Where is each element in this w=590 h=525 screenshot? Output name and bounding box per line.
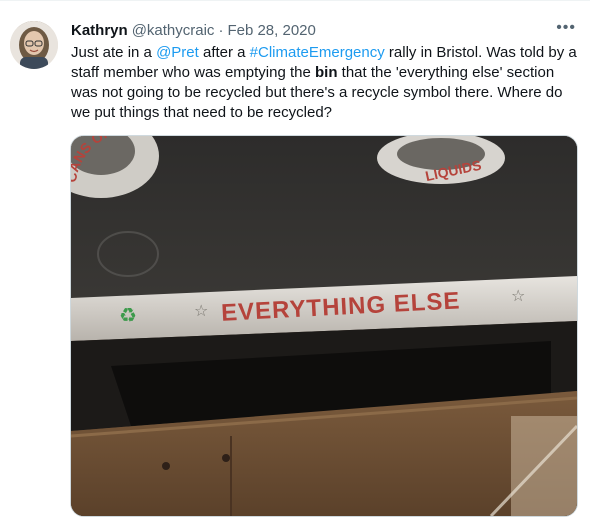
tweet-date[interactable]: Feb 28, 2020	[227, 22, 315, 39]
tweet-text: Just ate in a @Pret after a #ClimateEmer…	[71, 43, 581, 123]
photo-scene: CANS ONLY LIQUIDS EVERYTHING ELSE ☆ ☆ ♻	[71, 136, 577, 516]
star-icon: ☆	[194, 303, 208, 320]
tweet[interactable]: Kathryn @kathycraic · Feb 28, 2020 ••• J…	[0, 0, 590, 525]
author-handle[interactable]: @kathycraic	[132, 22, 215, 39]
author-name[interactable]: Kathryn	[71, 22, 128, 39]
more-horizontal-icon[interactable]: •••	[556, 19, 576, 37]
avatar[interactable]	[10, 21, 58, 69]
star-icon: ☆	[511, 288, 525, 305]
mention-link[interactable]: @Pret	[156, 44, 199, 61]
tweet-text-part: after a	[198, 44, 250, 61]
separator: ·	[218, 21, 224, 39]
tweet-header: Kathryn @kathycraic · Feb 28, 2020	[71, 19, 578, 41]
hashtag-link[interactable]: #ClimateEmergency	[250, 44, 385, 61]
recycle-icon: ♻	[119, 305, 137, 327]
bold-text: bin	[315, 64, 338, 81]
tweet-photo[interactable]: CANS ONLY LIQUIDS EVERYTHING ELSE ☆ ☆ ♻	[70, 135, 578, 517]
tweet-text-part: Just ate in a	[71, 44, 157, 61]
